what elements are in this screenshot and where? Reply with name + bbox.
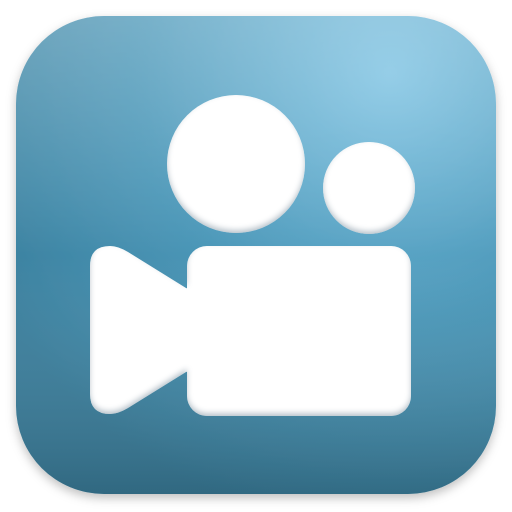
large-reel [167, 95, 305, 233]
small-reel [323, 142, 415, 234]
video-camera-app-icon[interactable] [0, 0, 512, 512]
video-camera-icon [16, 16, 496, 494]
app-icon-canvas [0, 0, 512, 512]
camera-body [187, 246, 411, 416]
